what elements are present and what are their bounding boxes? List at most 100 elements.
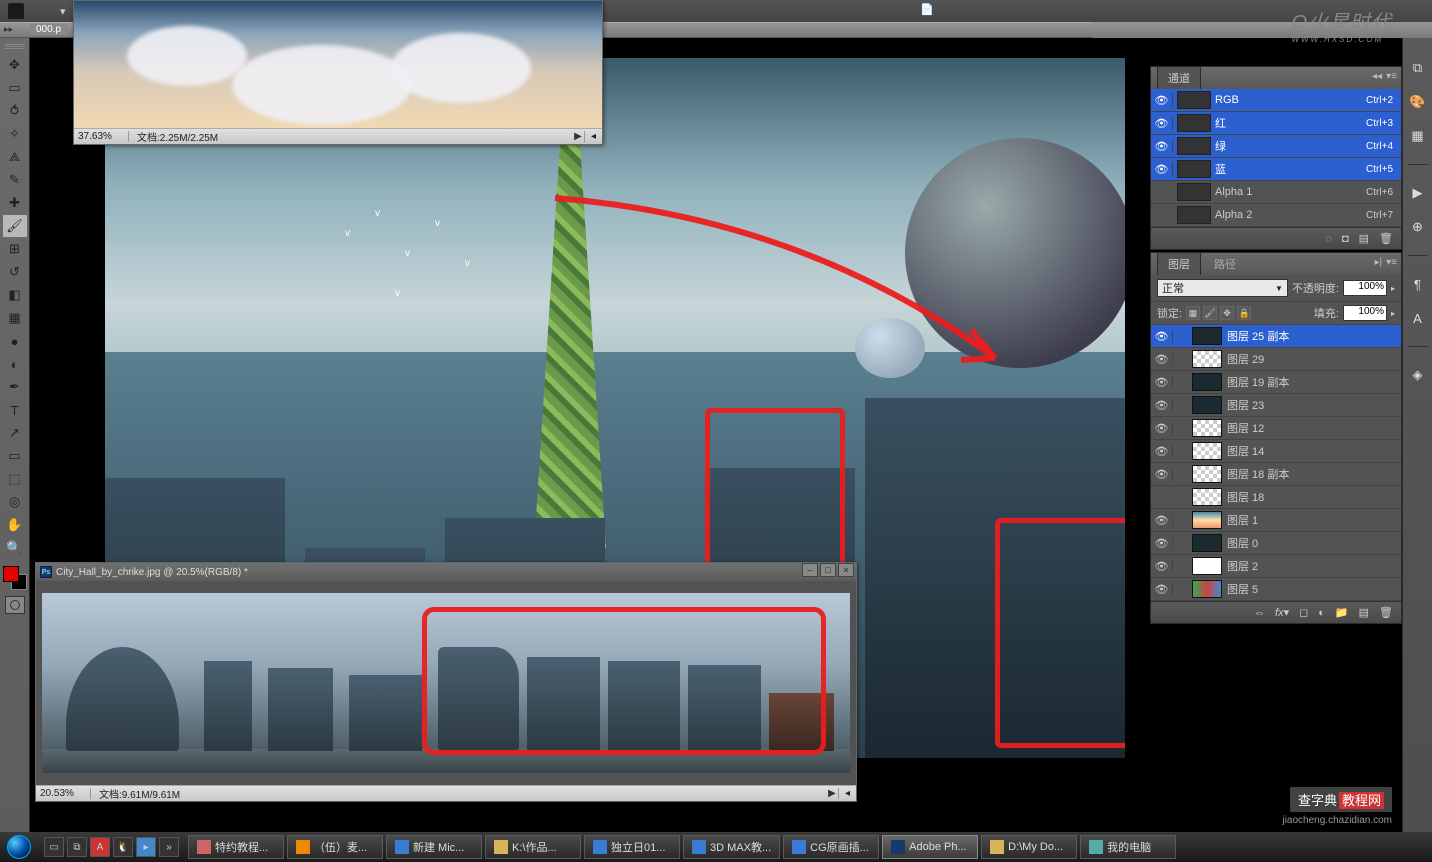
visibility-toggle[interactable]: 👁 [1151,583,1173,596]
layer-name[interactable]: 图层 12 [1225,420,1401,436]
new-channel-icon[interactable]: ▤ [1359,232,1369,245]
expand-icon[interactable]: ▸▸ [4,24,13,35]
layer-row[interactable]: 图层 18 [1151,486,1401,509]
layer-fx-icon[interactable]: fx▾ [1275,606,1289,619]
move-tool[interactable]: ✥ [3,54,27,76]
taskbar-item[interactable]: 新建 Mic... [386,835,482,859]
visibility-toggle[interactable]: 👁 [1151,163,1173,176]
switch-windows-icon[interactable]: ⧉ [67,837,87,857]
visibility-toggle[interactable]: 👁 [1151,537,1173,550]
zoom-field[interactable]: 20.53% [36,788,91,799]
quick-mask-toggle[interactable] [5,596,25,614]
layer-row[interactable]: 👁 图层 19 副本 [1151,371,1401,394]
layer-row[interactable]: 👁 图层 29 [1151,348,1401,371]
visibility-toggle[interactable]: 👁 [1151,422,1173,435]
save-selection-icon[interactable]: ◘ [1342,233,1349,245]
lock-transparency-icon[interactable]: ▦ [1186,306,1200,320]
visibility-toggle[interactable]: 👁 [1151,330,1173,343]
layer-name[interactable]: 图层 14 [1225,443,1401,459]
cloud-canvas[interactable] [74,1,602,128]
gradient-tool[interactable]: ▦ [3,307,27,329]
fill-field[interactable]: 100% [1343,305,1387,321]
secondary-document-window[interactable]: Ps City_Hall_by_chrike.jpg @ 20.5%(RGB/8… [35,562,857,802]
panel-collapse-icon[interactable]: ◂◂ [1372,71,1382,82]
layer-name[interactable]: 图层 18 [1225,489,1401,505]
layer-row[interactable]: 👁 图层 1 [1151,509,1401,532]
layer-name[interactable]: 图层 1 [1225,512,1401,528]
document-icon[interactable]: 📄 [920,3,934,16]
healing-tool[interactable]: ✚ [3,192,27,214]
swatches-icon[interactable]: ▦ [1408,126,1428,146]
history-brush-tool[interactable]: ↺ [3,261,27,283]
shape-tool[interactable]: ▭ [3,445,27,467]
crop-tool[interactable]: ⟁ [3,146,27,168]
lock-position-icon[interactable]: ✥ [1220,306,1234,320]
layer-name[interactable]: 图层 0 [1225,535,1401,551]
paths-tab[interactable]: 路径 [1203,252,1247,275]
character-icon[interactable]: A [1408,308,1428,328]
history-icon[interactable]: ⧉ [1408,58,1428,78]
taskbar-item[interactable]: CG原画插... [783,835,879,859]
channel-row[interactable]: 👁 蓝 Ctrl+5 [1151,158,1401,181]
visibility-toggle[interactable]: 👁 [1151,376,1173,389]
visibility-toggle[interactable]: 👁 [1151,399,1173,412]
ql-qq-icon[interactable]: 🐧 [113,837,133,857]
eyedropper-tool[interactable]: ✎ [3,169,27,191]
color-icon[interactable]: 🎨 [1408,92,1428,112]
taskbar-item[interactable]: （伍）麦... [287,835,383,859]
taskbar-item[interactable]: 我的电脑 [1080,835,1176,859]
3d-tool[interactable]: ⬚ [3,468,27,490]
path-tool[interactable]: ↗ [3,422,27,444]
hand-tool[interactable]: ✋ [3,514,27,536]
fill-flyout-icon[interactable]: ▸ [1391,309,1395,318]
layer-row[interactable]: 👁 图层 5 [1151,578,1401,601]
scroll-left-icon[interactable]: ◂ [838,788,856,799]
status-menu-icon[interactable]: ▶ [826,788,838,799]
secondary-titlebar[interactable]: Ps City_Hall_by_chrike.jpg @ 20.5%(RGB/8… [36,563,856,581]
brush-tool[interactable]: 🖌 [3,215,27,237]
cloud-reference-window[interactable]: 37.63% 文档:2.25M/2.25M ▶ ◂ [73,0,603,145]
layer-row[interactable]: 👁 图层 23 [1151,394,1401,417]
layer-name[interactable]: 图层 23 [1225,397,1401,413]
lock-all-icon[interactable]: 🔒 [1237,306,1251,320]
navigator-icon[interactable]: ◈ [1408,365,1428,385]
info-icon[interactable]: ⊕ [1408,217,1428,237]
layer-row[interactable]: 👁 图层 14 [1151,440,1401,463]
ql-app-icon[interactable]: A [90,837,110,857]
visibility-toggle[interactable]: 👁 [1151,353,1173,366]
taskbar-item[interactable]: 3D MAX教... [683,835,780,859]
blur-tool[interactable]: ● [3,330,27,352]
doc-tab[interactable]: 000.p [30,24,67,35]
layer-mask-icon[interactable]: ◻ [1299,606,1308,619]
visibility-toggle[interactable]: 👁 [1151,94,1173,107]
layer-name[interactable]: 图层 19 副本 [1225,374,1401,390]
camera-tool[interactable]: ◎ [3,491,27,513]
foreground-color-swatch[interactable] [3,566,19,582]
blend-mode-select[interactable]: 正常▼ [1157,279,1288,297]
zoom-field[interactable]: 37.63% [74,131,129,142]
layers-tab[interactable]: 图层 [1157,252,1201,275]
panel-menu-icon[interactable]: ▾≡ [1386,71,1397,82]
visibility-toggle[interactable]: 👁 [1151,140,1173,153]
wand-tool[interactable]: ✧ [3,123,27,145]
layer-row[interactable]: 👁 图层 0 [1151,532,1401,555]
taskbar-item[interactable]: Adobe Ph... [882,835,978,859]
secondary-canvas[interactable] [42,593,850,773]
zoom-tool[interactable]: 🔍 [3,537,27,559]
layer-group-icon[interactable]: 📁 [1335,606,1349,619]
layer-name[interactable]: 图层 29 [1225,351,1401,367]
minimize-button[interactable]: – [802,563,818,577]
panel-grip[interactable] [5,44,25,50]
dodge-tool[interactable]: ◐ [3,353,27,375]
channel-row[interactable]: 👁 红 Ctrl+3 [1151,112,1401,135]
adjustment-layer-icon[interactable]: ◐ [1318,607,1325,619]
layer-name[interactable]: 图层 25 副本 [1225,328,1401,344]
delete-layer-icon[interactable]: 🗑 [1379,606,1393,619]
dropdown-icon[interactable]: ▾ [60,5,66,18]
lasso-tool[interactable]: ⥀ [3,100,27,122]
taskbar-item[interactable]: D:\My Do... [981,835,1077,859]
visibility-toggle[interactable]: 👁 [1151,468,1173,481]
delete-channel-icon[interactable]: 🗑 [1379,232,1393,245]
actions-icon[interactable]: ▶ [1408,183,1428,203]
panel-menu-icon[interactable]: ▾≡ [1386,257,1397,268]
